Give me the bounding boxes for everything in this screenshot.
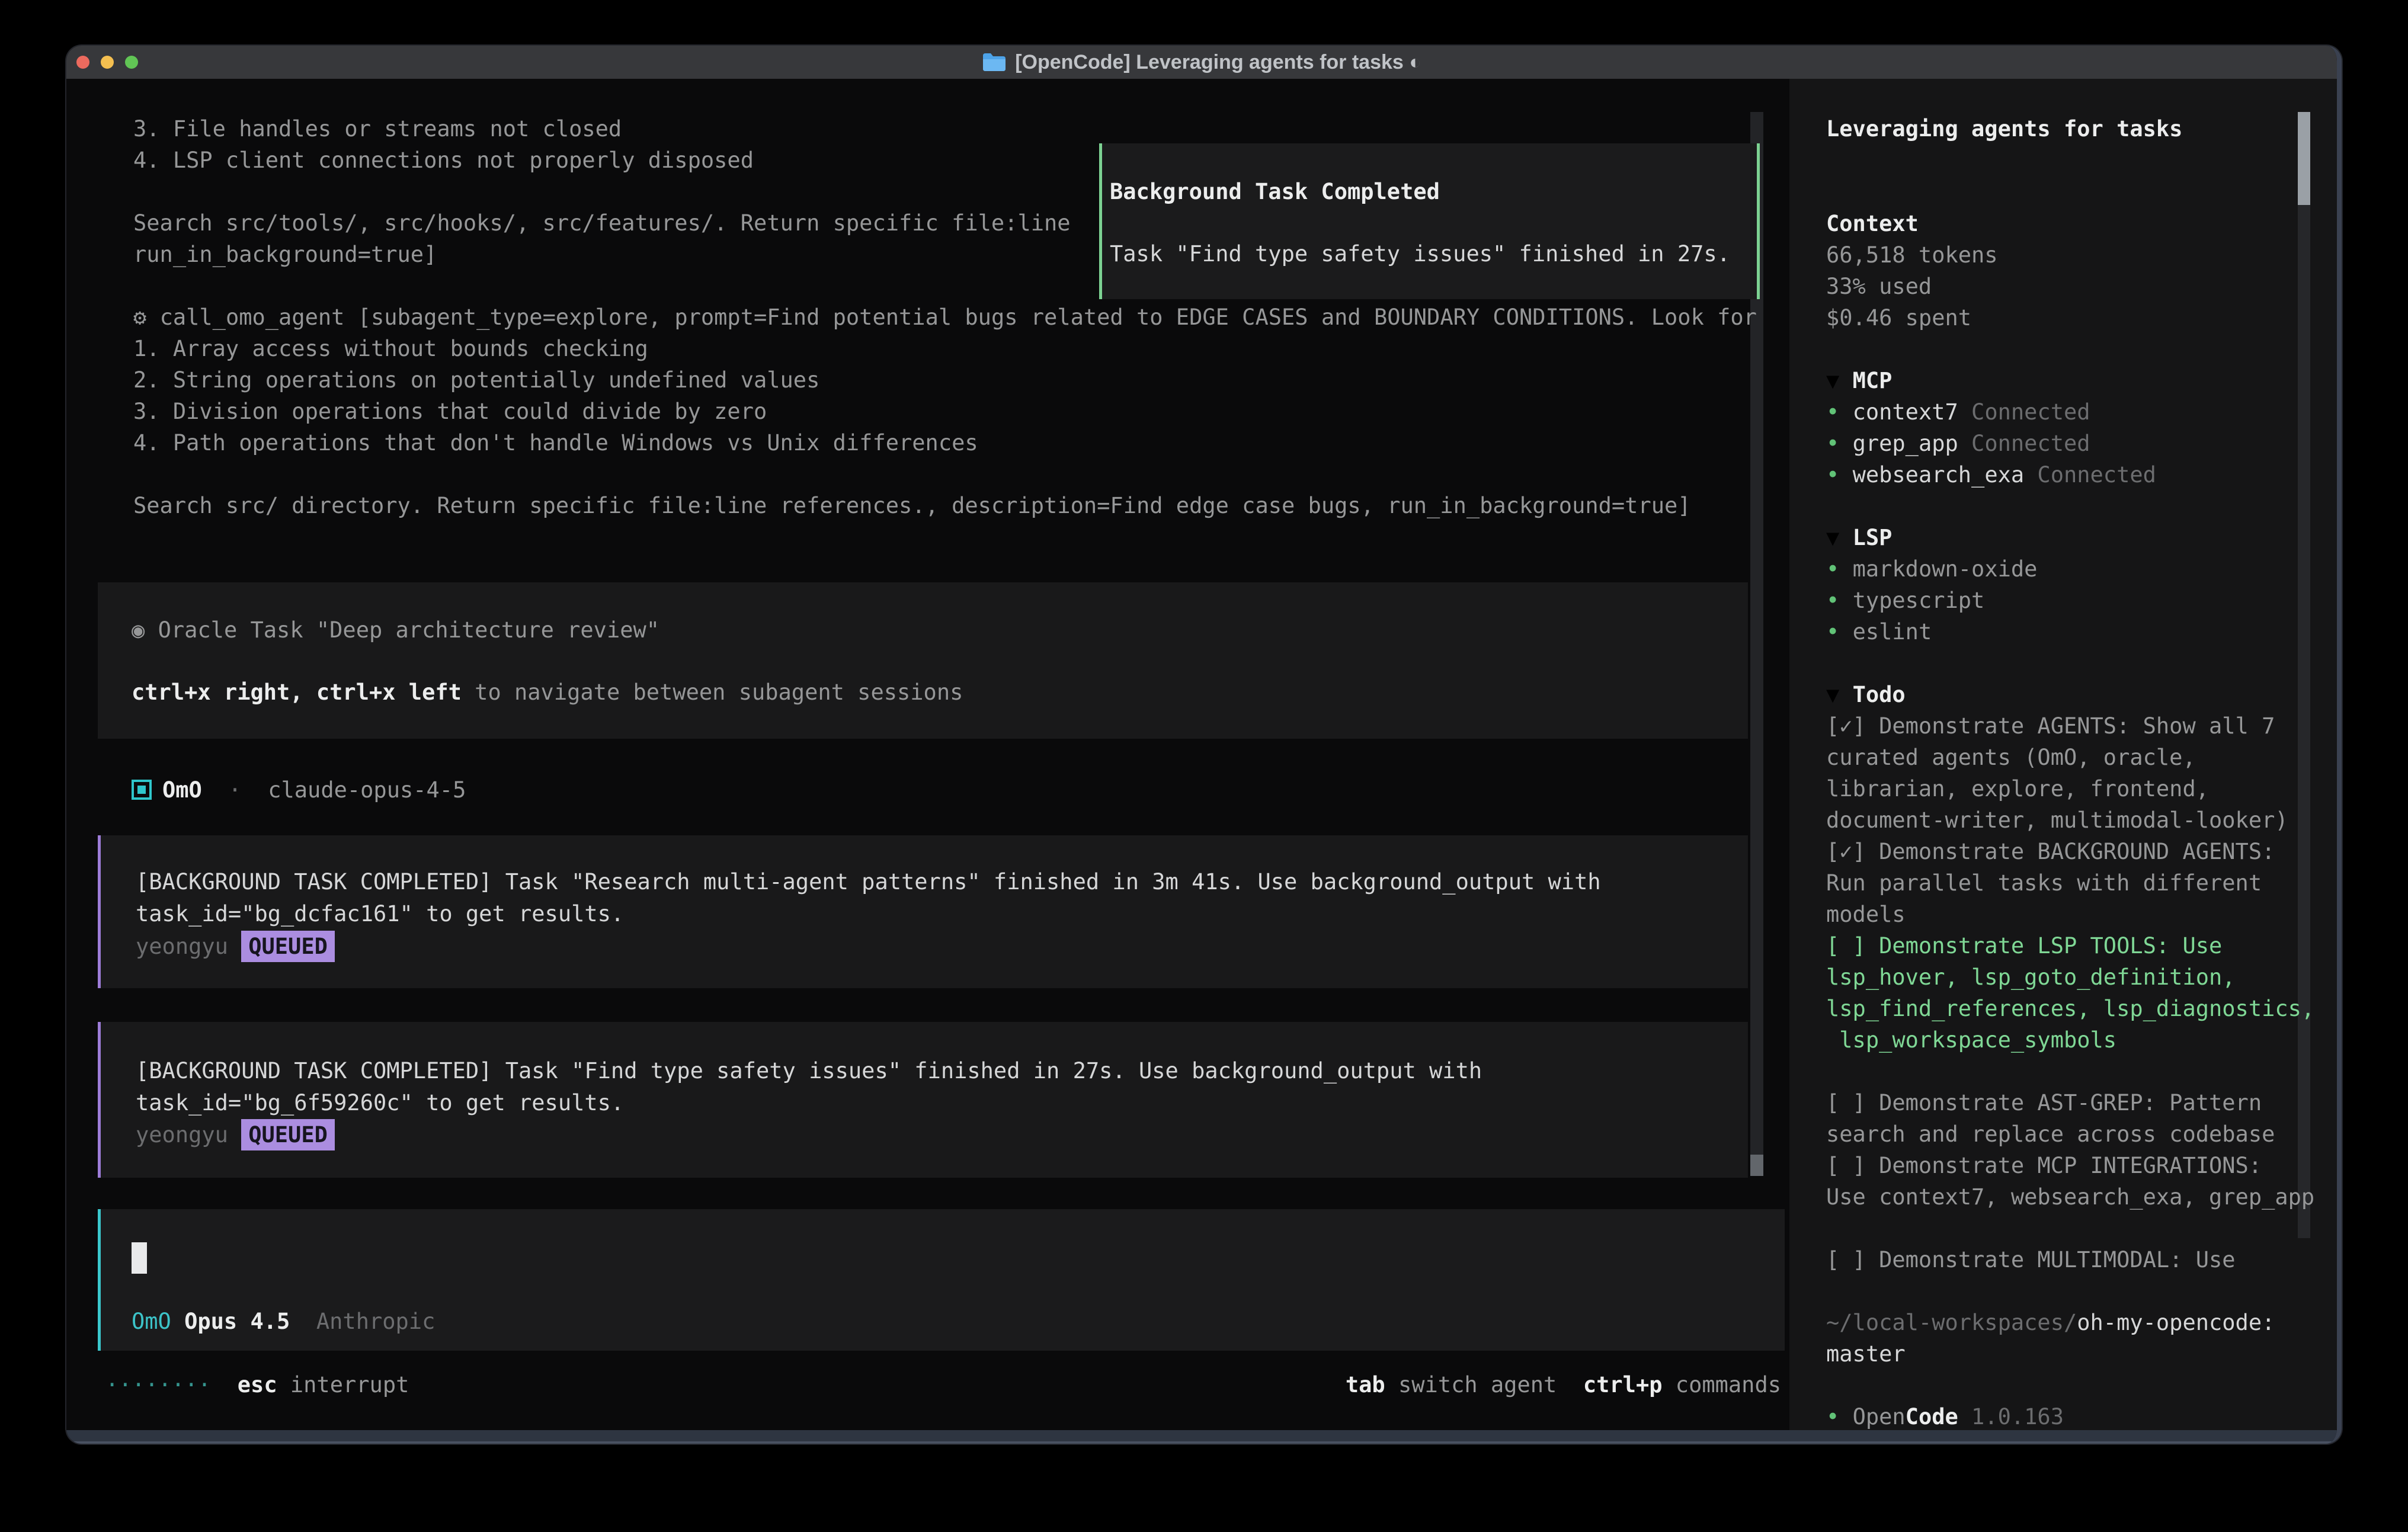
chat-line: 1. Array access without bounds checking: [133, 333, 648, 364]
sidebar-line: [ ] Demonstrate MCP INTEGRATIONS:: [1826, 1150, 2262, 1181]
sidebar-line: models: [1826, 899, 1906, 930]
sidebar-line: • OpenCode 1.0.163: [1826, 1401, 2064, 1430]
sidebar-line: 33% used: [1826, 271, 1932, 302]
chat-line: Task "Find type safety issues" finished …: [1110, 238, 1730, 270]
chat-line: 3. File handles or streams not closed: [133, 113, 622, 145]
sidebar-line: ▼ MCP: [1826, 365, 1892, 396]
close-button[interactable]: [76, 56, 89, 69]
sidebar-line: ▼ LSP: [1826, 522, 1892, 553]
chat-line: ctrl+x right, ctrl+x left to navigate be…: [132, 677, 963, 708]
sidebar-line: Run parallel tasks with different: [1826, 867, 2262, 899]
minimize-button[interactable]: [101, 56, 114, 69]
window-titlebar[interactable]: [OpenCode] Leveraging agents for tasks ◐: [66, 46, 2337, 79]
sidebar-line: • websearch_exa Connected: [1826, 459, 2156, 491]
sidebar-line: • eslint: [1826, 616, 1932, 648]
chat-line: task_id="bg_6f59260c" to get results.: [136, 1087, 624, 1118]
chat-line: Background Task Completed: [1110, 176, 1440, 207]
sidebar-line: ▼ Todo: [1826, 679, 1906, 710]
sidebar-line: Context: [1826, 208, 1919, 239]
chat-line: 2. String operations on potentially unde…: [133, 364, 819, 396]
background-task-toast: [1099, 143, 1760, 299]
chat-line: [BACKGROUND TASK COMPLETED] Task "Find t…: [136, 1055, 1482, 1086]
sidebar-scrollbar-thumb[interactable]: [2298, 112, 2310, 205]
sidebar-line: [✓] Demonstrate AGENTS: Show all 7: [1826, 710, 2275, 742]
chat-line: yeongyu QUEUED: [136, 931, 335, 962]
text-cursor: [132, 1242, 147, 1274]
sidebar-line: [ ] Demonstrate MULTIMODAL: Use: [1826, 1244, 2236, 1275]
sidebar-line: [ ] Demonstrate AST-GREP: Pattern: [1826, 1087, 2262, 1118]
chat-line: task_id="bg_dcfac161" to get results.: [136, 898, 624, 930]
sidebar-line: document-writer, multimodal-looker): [1826, 805, 2288, 836]
sidebar-line: 66,518 tokens: [1826, 239, 1998, 271]
chat-line: yeongyu QUEUED: [136, 1119, 335, 1150]
chat-line: tab switch agent ctrl+p commands: [1346, 1369, 1781, 1400]
window-title-text: [OpenCode] Leveraging agents for tasks ◐: [1015, 51, 1421, 74]
sidebar-line: • typescript: [1826, 585, 1984, 616]
chat-line: Search src/tools/, src/hooks/, src/featu…: [133, 207, 1071, 239]
sidebar: Leveraging agents for tasks Context66,518…: [1789, 79, 2337, 1430]
sidebar-line: master: [1826, 1338, 1906, 1370]
chat-line: ◉ Oracle Task "Deep architecture review": [132, 614, 659, 646]
traffic-lights: [76, 56, 138, 69]
sidebar-line: $0.46 spent: [1826, 302, 1971, 334]
sidebar-line: Use context7, websearch_exa, grep_app: [1826, 1181, 2314, 1213]
sidebar-line: [✓] Demonstrate BACKGROUND AGENTS:: [1826, 836, 2275, 867]
chat-scrollbar-thumb[interactable]: [1750, 1155, 1763, 1176]
sidebar-line: • context7 Connected: [1826, 396, 2090, 428]
sidebar-line: Leveraging agents for tasks: [1826, 113, 2182, 145]
sidebar-line: • grep_app Connected: [1826, 428, 2090, 459]
sidebar-line: • markdown-oxide: [1826, 553, 2037, 585]
chat-line: OmO · claude-opus-4-5: [162, 774, 466, 806]
agent-badge-icon: [132, 780, 152, 800]
folder-icon: [982, 52, 1007, 72]
sidebar-line: search and replace across codebase: [1826, 1118, 2275, 1150]
chat-line: ⚙ call_omo_agent [subagent_type=explore,…: [133, 302, 1757, 333]
sidebar-line: curated agents (OmO, oracle,: [1826, 742, 2196, 773]
sidebar-line: lsp_workspace_symbols: [1826, 1024, 2116, 1056]
sidebar-line: ~/local-workspaces/oh-my-opencode:: [1826, 1307, 2275, 1338]
chat-line: ········ esc interrupt: [105, 1369, 409, 1400]
chat-line: run_in_background=true]: [133, 239, 437, 270]
chat-line: 4. Path operations that don't handle Win…: [133, 427, 978, 459]
window-title: [OpenCode] Leveraging agents for tasks ◐: [982, 51, 1421, 74]
sidebar-scrollbar-track[interactable]: [2298, 112, 2310, 1238]
sidebar-line: lsp_find_references, lsp_diagnostics,: [1826, 993, 2314, 1024]
zoom-button[interactable]: [125, 56, 138, 69]
chat-line: 4. LSP client connections not properly d…: [133, 145, 754, 176]
sidebar-line: lsp_hover, lsp_goto_definition,: [1826, 961, 2236, 993]
terminal-window: [OpenCode] Leveraging agents for tasks ◐…: [66, 46, 2342, 1444]
chat-line: 3. Division operations that could divide…: [133, 396, 767, 427]
oracle-task-card: [98, 582, 1748, 739]
chat-line: OmO Opus 4.5 Anthropic: [132, 1306, 435, 1337]
main-pane: 3. File handles or streams not closed4. …: [66, 79, 1789, 1430]
chat-line: [BACKGROUND TASK COMPLETED] Task "Resear…: [136, 866, 1601, 898]
sidebar-line: [ ] Demonstrate LSP TOOLS: Use: [1826, 930, 2222, 961]
bottom-bar: [66, 1430, 2337, 1444]
sidebar-line: librarian, explore, frontend,: [1826, 773, 2209, 805]
chat-line: Search src/ directory. Return specific f…: [133, 490, 1691, 521]
